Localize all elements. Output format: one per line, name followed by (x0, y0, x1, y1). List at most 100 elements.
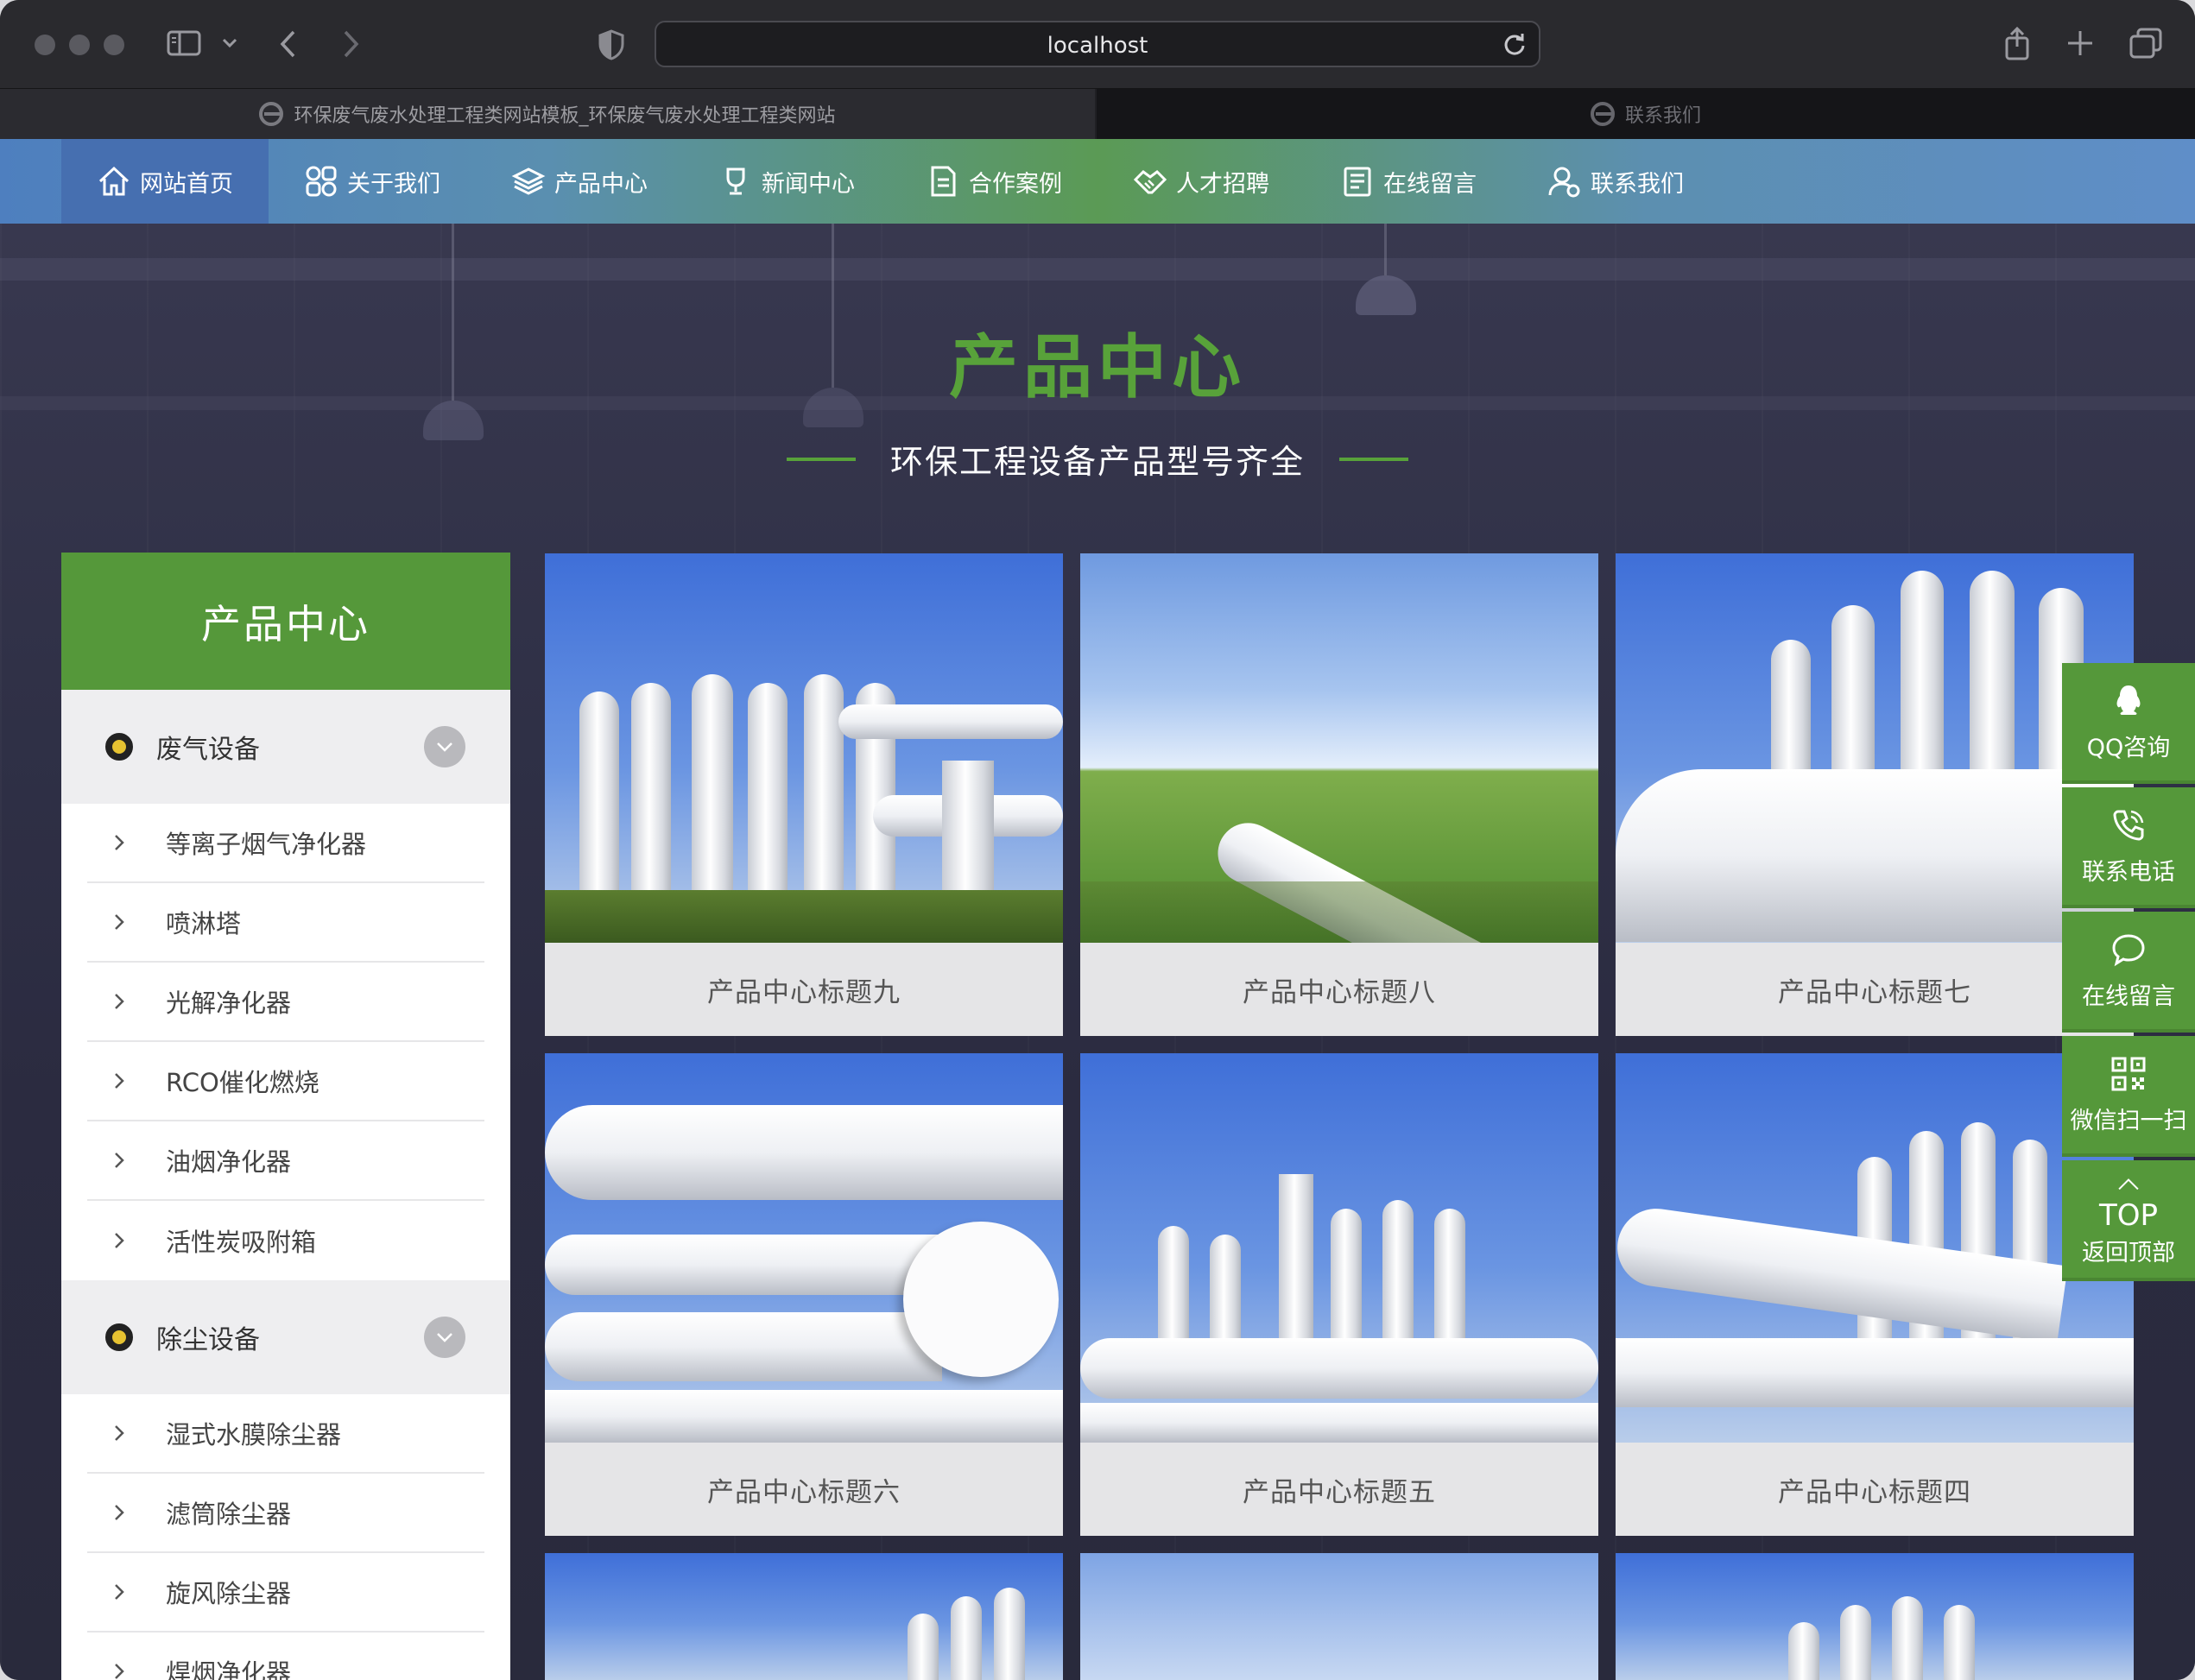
product-image[interactable] (545, 1053, 1063, 1443)
reload-icon[interactable] (1502, 32, 1527, 60)
product-title[interactable]: 产品中心标题六 (545, 1443, 1063, 1536)
nav-item-news[interactable]: 新闻中心 (683, 139, 890, 224)
product-card[interactable]: 产品中心标题四 (1616, 1053, 2134, 1536)
product-image[interactable] (1616, 1053, 2134, 1443)
product-title[interactable]: 产品中心标题五 (1080, 1443, 1598, 1536)
product-card[interactable]: 产品中心标题五 (1080, 1053, 1598, 1536)
edge-favicon-icon (259, 102, 284, 126)
page-content: 产品中心 环保工程设备产品型号齐全 产品中心 废气设备 等离子烟气净化器 喷淋塔… (0, 224, 2195, 1680)
nav-item-cases[interactable]: 合作案例 (890, 139, 1098, 224)
back-to-top-label: 返回顶部 (2082, 1239, 2175, 1266)
sidebar-item[interactable]: 光解净化器 (87, 963, 484, 1042)
product-title[interactable]: 产品中心标题八 (1080, 943, 1598, 1036)
sidebar-item[interactable]: 焊烟净化器 (87, 1633, 484, 1680)
sidebar-category-exhaust[interactable]: 废气设备 (61, 690, 510, 804)
sidebar-category-dust[interactable]: 除尘设备 (61, 1280, 510, 1394)
product-card[interactable]: 产品中心标题六 (545, 1053, 1063, 1536)
chevron-right-icon (113, 992, 125, 1014)
grid-icon (306, 166, 337, 197)
zoom-window-button[interactable] (104, 35, 124, 55)
nav-label: 产品中心 (554, 170, 648, 198)
online-message-button[interactable]: 在线留言 (2062, 912, 2195, 1033)
product-card[interactable]: 产品中心标题八 (1080, 553, 1598, 1036)
nav-item-products[interactable]: 产品中心 (476, 139, 683, 224)
nav-item-jobs[interactable]: 人才招聘 (1098, 139, 1305, 224)
sidebar-item[interactable]: 油烟净化器 (87, 1121, 484, 1201)
chevron-right-icon (113, 1071, 125, 1094)
tab-overview-icon[interactable] (2129, 28, 2162, 59)
product-image[interactable] (545, 553, 1063, 943)
phone-button[interactable]: 联系电话 (2062, 787, 2195, 908)
chevron-down-icon[interactable] (424, 1317, 465, 1358)
sidebar-item[interactable]: RCO催化燃烧 (87, 1042, 484, 1121)
sidebar-item[interactable]: 活性炭吸附箱 (87, 1201, 484, 1280)
product-card[interactable] (1616, 1553, 2134, 1680)
sidebar-item[interactable]: 等离子烟气净化器 (87, 804, 484, 883)
qr-code-icon (2111, 1057, 2146, 1090)
qq-consult-button[interactable]: QQ咨询 (2062, 663, 2195, 784)
sidebar-item-label: 等离子烟气净化器 (166, 830, 367, 859)
clipboard-icon (1344, 167, 1371, 197)
product-image[interactable] (1616, 1553, 2134, 1680)
product-title[interactable]: 产品中心标题四 (1616, 1443, 2134, 1536)
sidebar-title: 产品中心 (61, 553, 510, 690)
tab-inactive[interactable]: 联系我们 (1097, 89, 2195, 139)
new-tab-icon[interactable] (2066, 29, 2094, 57)
product-card[interactable] (1080, 1553, 1598, 1680)
product-image[interactable] (1080, 1053, 1598, 1443)
sidebar-item-label: 喷淋塔 (166, 909, 242, 938)
product-sidebar: 产品中心 废气设备 等离子烟气净化器 喷淋塔 光解净化器 RCO催化燃烧 油烟净… (61, 553, 510, 1680)
chevron-down-icon[interactable] (222, 38, 237, 48)
product-card[interactable]: 产品中心标题九 (545, 553, 1063, 1036)
product-title[interactable]: 产品中心标题九 (545, 943, 1063, 1036)
sidebar-item-label: RCO催化燃烧 (166, 1068, 319, 1097)
top-label: TOP (2098, 1197, 2159, 1233)
product-title[interactable]: 产品中心标题七 (1616, 943, 2134, 1036)
product-card[interactable]: 产品中心标题七 (1616, 553, 2134, 1036)
sidebar-item[interactable]: 滤筒除尘器 (87, 1474, 484, 1553)
nav-item-contact[interactable]: 联系我们 (1512, 139, 1719, 224)
sidebar-item-label: 光解净化器 (166, 988, 292, 1018)
nav-item-about[interactable]: 关于我们 (269, 139, 476, 224)
sidebar-item-label: 旋风除尘器 (166, 1579, 292, 1608)
chevron-right-icon (113, 1503, 125, 1525)
chevron-right-icon (113, 1424, 125, 1446)
url-text: localhost (1047, 33, 1148, 59)
nav-label: 关于我们 (347, 170, 440, 198)
chevron-down-icon[interactable] (424, 726, 465, 767)
nav-label: 在线留言 (1383, 170, 1477, 198)
main-navigation: 网站首页 关于我们 产品中心 新闻中心 合作案例 人才招聘 在线留言 联系我们 (0, 139, 2195, 224)
edge-favicon-icon (1590, 102, 1615, 126)
address-bar[interactable]: localhost (655, 21, 1540, 67)
back-icon[interactable] (278, 29, 299, 59)
nav-item-message[interactable]: 在线留言 (1305, 139, 1512, 224)
forward-icon[interactable] (340, 29, 361, 59)
sidebar-item[interactable]: 喷淋塔 (87, 883, 484, 963)
tab-active[interactable]: 环保废气废水处理工程类网站模板_环保废气废水处理工程类网站 (0, 89, 1095, 139)
phone-label: 联系电话 (2082, 858, 2175, 886)
hero-divider (786, 457, 856, 461)
product-image[interactable] (1080, 1553, 1598, 1680)
product-image[interactable] (1080, 553, 1598, 943)
minimize-window-button[interactable] (69, 35, 90, 55)
share-icon[interactable] (2003, 26, 2031, 60)
product-card[interactable] (545, 1553, 1063, 1680)
sidebar-item[interactable]: 湿式水膜除尘器 (87, 1394, 484, 1474)
chat-bubble-icon (2112, 933, 2145, 966)
bullet-icon (105, 733, 133, 761)
product-image[interactable] (1616, 553, 2134, 943)
hero-divider (1339, 457, 1408, 461)
background-beam (0, 258, 2195, 281)
sidebar-toggle-icon[interactable] (167, 29, 201, 57)
home-icon (98, 166, 130, 196)
wechat-scan-button[interactable]: 微信扫一扫 (2062, 1036, 2195, 1157)
nav-item-home[interactable]: 网站首页 (61, 139, 269, 224)
phone-icon (2113, 810, 2144, 841)
nav-label: 联系我们 (1591, 170, 1684, 198)
back-to-top-button[interactable]: TOP 返回顶部 (2062, 1160, 2195, 1281)
close-window-button[interactable] (35, 35, 55, 55)
product-image[interactable] (545, 1553, 1063, 1680)
sidebar-item[interactable]: 旋风除尘器 (87, 1553, 484, 1633)
sidebar-item-label: 油烟净化器 (166, 1147, 292, 1177)
shield-icon[interactable] (598, 29, 624, 60)
